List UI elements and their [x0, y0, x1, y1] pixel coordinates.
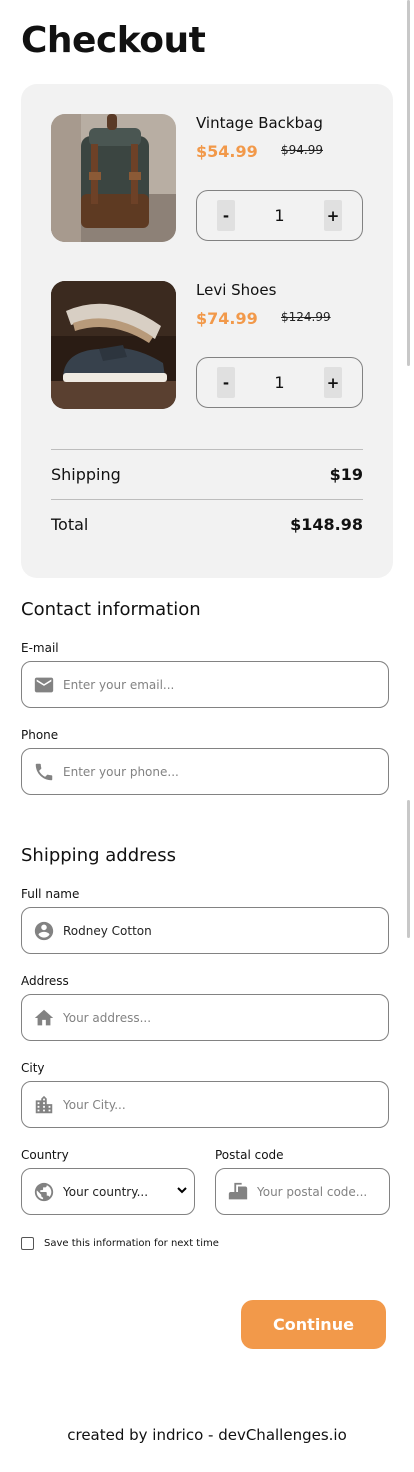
full-name-field	[21, 907, 389, 954]
phone-input[interactable]	[63, 764, 388, 779]
phone-field	[21, 748, 389, 795]
full-name-input[interactable]	[63, 923, 388, 938]
item-price: $54.99	[196, 142, 258, 161]
increase-button[interactable]: +	[324, 200, 342, 231]
address-label: Address	[21, 974, 69, 988]
email-input[interactable]	[63, 677, 388, 692]
quantity-stepper: - 1 +	[196, 190, 363, 241]
divider	[51, 449, 363, 450]
scrollbar-thumb[interactable]	[407, 800, 410, 938]
mail-icon	[33, 674, 55, 696]
postal-label: Postal code	[215, 1148, 284, 1162]
address-field	[21, 994, 389, 1041]
increase-button[interactable]: +	[324, 367, 342, 398]
city-field	[21, 1081, 389, 1128]
item-old-price: $124.99	[281, 310, 331, 324]
email-field	[21, 661, 389, 708]
continue-button[interactable]: Continue	[241, 1300, 386, 1349]
total-value: $148.98	[290, 515, 363, 534]
mailbox-icon	[227, 1181, 249, 1203]
item-price: $74.99	[196, 309, 258, 328]
cart-item: Levi Shoes $74.99 $124.99 - 1 +	[51, 281, 363, 409]
total-row: Total $148.98	[51, 515, 363, 534]
address-input[interactable]	[63, 1010, 388, 1025]
city-input[interactable]	[63, 1097, 388, 1112]
person-icon	[33, 920, 55, 942]
chevron-down-icon	[176, 1184, 188, 1199]
globe-icon	[33, 1181, 55, 1203]
country-label: Country	[21, 1148, 69, 1162]
item-name: Vintage Backbag	[196, 114, 323, 132]
save-info-checkbox[interactable]	[21, 1237, 34, 1250]
home-icon	[33, 1007, 55, 1029]
shipping-label: Shipping	[51, 465, 121, 484]
postal-input[interactable]	[257, 1184, 389, 1199]
total-label: Total	[51, 515, 89, 534]
cart-item: Vintage Backbag $54.99 $94.99 - 1 +	[51, 114, 363, 242]
divider	[51, 499, 363, 500]
backpack-photo	[51, 114, 176, 242]
save-info: Save this information for next time	[21, 1237, 219, 1250]
postal-field	[215, 1168, 390, 1215]
shipping-section-title: Shipping address	[21, 845, 176, 866]
page-title: Checkout	[21, 20, 206, 61]
shoe-photo	[51, 281, 176, 409]
cart-summary: Vintage Backbag $54.99 $94.99 - 1 + Levi…	[21, 84, 393, 578]
phone-label: Phone	[21, 728, 59, 742]
item-old-price: $94.99	[281, 143, 323, 157]
contact-section-title: Contact information	[21, 599, 201, 620]
phone-icon	[33, 761, 55, 783]
country-select[interactable]: Your country...	[21, 1168, 195, 1215]
email-label: E-mail	[21, 641, 59, 655]
shipping-row: Shipping $19	[51, 465, 363, 484]
item-name: Levi Shoes	[196, 281, 277, 299]
quantity-stepper: - 1 +	[196, 357, 363, 408]
footer-credit: created by indrico - devChallenges.io	[67, 1426, 347, 1444]
city-label: City	[21, 1061, 45, 1075]
scrollbar-thumb[interactable]	[407, 0, 410, 366]
save-info-label: Save this information for next time	[44, 1238, 219, 1249]
building-icon	[33, 1094, 55, 1116]
full-name-label: Full name	[21, 887, 80, 901]
country-selected: Your country...	[63, 1184, 149, 1199]
shipping-value: $19	[329, 465, 363, 484]
